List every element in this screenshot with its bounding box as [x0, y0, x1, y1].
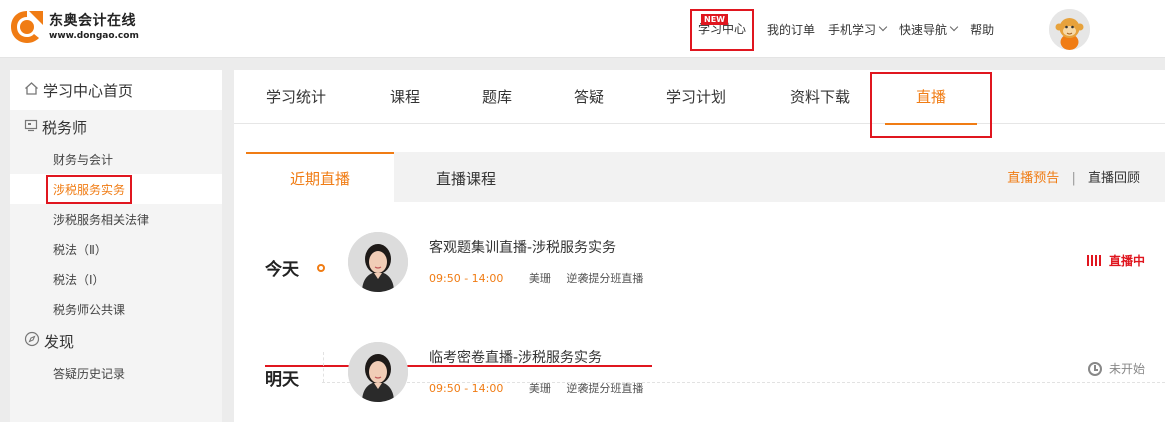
live-day: 明天 [265, 370, 299, 390]
sidebar-item-public-course[interactable]: 税务师公共课 [10, 294, 222, 324]
sidebar-item-label: 税务师公共课 [53, 302, 126, 317]
top-nav: NEW 学习中心 我的订单 手机学习 快速导航 帮助 [690, 0, 1007, 58]
subtab-recent-live[interactable]: 近期直播 [246, 152, 394, 202]
sidebar-section-tax[interactable]: 税务师 [10, 110, 222, 144]
filter-live-preview[interactable]: 直播预告 [1007, 171, 1059, 186]
top-header: 东奥会计在线 www.dongao.com NEW 学习中心 我的订单 手机学习… [0, 0, 1165, 58]
timeline-dot-icon [317, 264, 325, 272]
sidebar-item-label: 涉税服务实务 [46, 174, 133, 204]
subtab-live-courses[interactable]: 直播课程 [406, 152, 526, 202]
filter-live-replay[interactable]: 直播回顾 [1088, 171, 1140, 186]
nav-help-label: 帮助 [970, 22, 995, 37]
sidebar-home[interactable]: 学习中心首页 [10, 70, 222, 110]
nav-mobile-study-label: 手机学习 [828, 22, 877, 37]
main-content: 学习统计 课程 题库 答疑 学习计划 资料下载 直播 近期直播 直播课程 直播预… [234, 70, 1165, 422]
sidebar-item-tax-service-practice[interactable]: 涉税服务实务 [10, 174, 222, 204]
main-tabs: 学习统计 课程 题库 答疑 学习计划 资料下载 直播 [234, 70, 1165, 138]
nav-quick-nav-label: 快速导航 [899, 22, 948, 37]
live-time: 09:50 - 14:00 [429, 382, 504, 395]
nav-quick-nav[interactable]: 快速导航 [899, 21, 959, 38]
sidebar-item-tax-law-2[interactable]: 税法（Ⅱ） [10, 234, 222, 264]
tab-downloads[interactable]: 资料下载 [790, 70, 850, 124]
teacher-avatar [348, 232, 408, 292]
sidebar-home-label: 学习中心首页 [43, 81, 134, 100]
monitor-icon [24, 118, 38, 136]
sidebar-item-label: 财务与会计 [53, 152, 114, 167]
active-tab-underline [885, 123, 977, 125]
sidebar-section-discover[interactable]: 发现 [10, 324, 222, 358]
tab-live-label: 直播 [915, 88, 946, 106]
sidebar: 学习中心首页 税务师 财务与会计 涉税服务实务 涉税服务相关法律 税法（Ⅱ） 税… [10, 70, 222, 422]
tab-study-plan[interactable]: 学习计划 [666, 70, 726, 124]
logo-mark-icon [10, 10, 44, 44]
logo-url: www.dongao.com [49, 30, 139, 41]
status-live-label: 直播中 [1108, 254, 1145, 268]
sidebar-item-label: 税法（Ⅰ） [53, 272, 105, 287]
nav-mobile-study[interactable]: 手机学习 [828, 21, 888, 38]
live-teacher: 美珊 [528, 272, 551, 285]
live-filter: 直播预告 | 直播回顾 [1007, 152, 1140, 202]
live-course-title[interactable]: 临考密卷直播-涉税服务实务 [429, 347, 602, 367]
clock-icon [1087, 361, 1102, 376]
chevron-down-icon [949, 22, 959, 32]
sidebar-section-tax-label: 税务师 [42, 118, 88, 137]
live-class: 逆袭提分班直播 [566, 272, 644, 285]
live-item[interactable]: 今天 客观题集训直播-涉税服务实务 09:50 - 14:00 美珊 逆袭提分班… [246, 215, 1165, 310]
live-course-meta: 09:50 - 14:00 美珊 逆袭提分班直播 [429, 380, 643, 396]
live-teacher: 美珊 [528, 382, 551, 395]
teacher-avatar [348, 342, 408, 402]
sidebar-item-label: 涉税服务相关法律 [53, 212, 150, 227]
live-time: 09:50 - 14:00 [429, 272, 504, 285]
nav-my-orders-label: 我的订单 [767, 22, 816, 37]
sidebar-item-label: 答疑历史记录 [53, 366, 126, 381]
live-subtabs: 近期直播 直播课程 直播预告 | 直播回顾 [246, 152, 1165, 202]
monkey-avatar-icon [1049, 9, 1090, 50]
live-course-meta: 09:50 - 14:00 美珊 逆袭提分班直播 [429, 270, 643, 286]
tab-study-stats[interactable]: 学习统计 [266, 70, 326, 124]
home-icon [24, 81, 39, 100]
tab-question-bank[interactable]: 题库 [482, 70, 512, 124]
sidebar-item-label: 税法（Ⅱ） [53, 242, 107, 257]
sidebar-section-discover-label: 发现 [44, 332, 75, 351]
live-class: 逆袭提分班直播 [566, 382, 644, 395]
status-not-started-label: 未开始 [1108, 362, 1145, 376]
nav-help[interactable]: 帮助 [970, 21, 994, 38]
sidebar-item-qa-history[interactable]: 答疑历史记录 [10, 358, 222, 388]
status-not-started: 未开始 [1087, 360, 1145, 377]
new-badge: NEW [701, 14, 728, 25]
status-live[interactable]: 直播中 [1086, 252, 1145, 269]
signal-bars-icon [1086, 255, 1103, 266]
tab-courses[interactable]: 课程 [390, 70, 420, 124]
tab-live[interactable]: 直播 [870, 72, 992, 138]
sidebar-item-finance-accounting[interactable]: 财务与会计 [10, 144, 222, 174]
nav-my-orders[interactable]: 我的订单 [767, 21, 815, 38]
live-day: 今天 [265, 260, 299, 280]
live-item[interactable]: 明天 临考密卷直播-涉税服务实务 09:50 - 14:00 美珊 逆袭提分班直… [246, 325, 1165, 420]
user-avatar[interactable] [1049, 9, 1090, 50]
sidebar-item-tax-related-law[interactable]: 涉税服务相关法律 [10, 204, 222, 234]
chevron-down-icon [878, 22, 888, 32]
tab-qa[interactable]: 答疑 [574, 70, 604, 124]
filter-separator: | [1071, 171, 1076, 186]
site-logo[interactable]: 东奥会计在线 www.dongao.com [10, 10, 139, 44]
live-course-title[interactable]: 客观题集训直播-涉税服务实务 [429, 237, 616, 257]
sidebar-item-tax-law-1[interactable]: 税法（Ⅰ） [10, 264, 222, 294]
nav-study-center[interactable]: NEW 学习中心 [690, 9, 755, 51]
compass-icon [24, 331, 40, 351]
logo-chinese-name: 东奥会计在线 [49, 12, 136, 29]
